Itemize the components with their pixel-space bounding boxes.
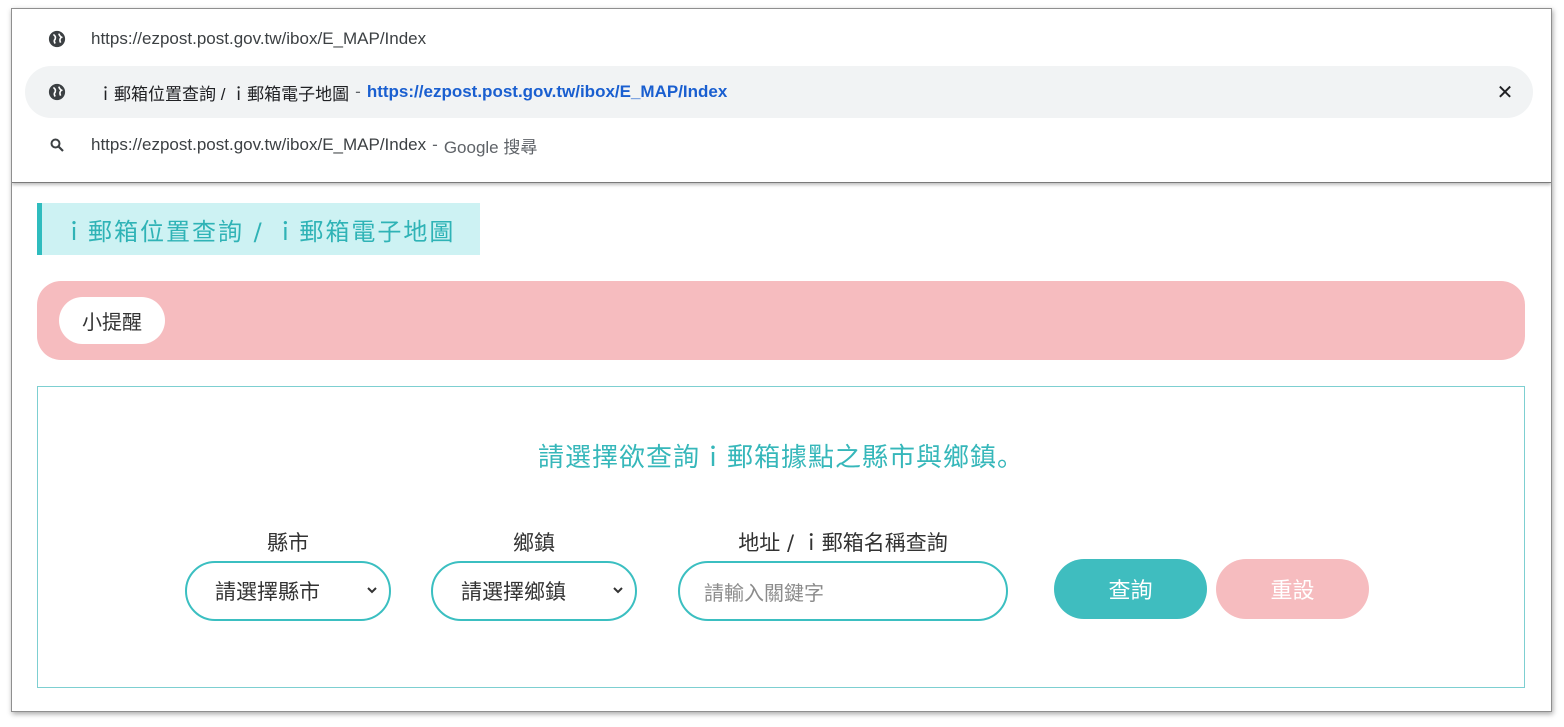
suggestion-separator: - — [355, 82, 361, 101]
search-button[interactable]: 查詢 — [1054, 559, 1207, 619]
county-select-value: 請選擇縣市 — [215, 580, 320, 604]
chevron-down-icon — [367, 587, 377, 594]
suggestion-search-query: https://ezpost.post.gov.tw/ibox/E_MAP/In… — [91, 135, 427, 154]
omnibox-dropdown: https://ezpost.post.gov.tw/ibox/E_MAP/In… — [12, 9, 1551, 183]
omnibox-suggestion-search[interactable]: https://ezpost.post.gov.tw/ibox/E_MAP/In… — [25, 119, 1533, 171]
suggestion-page-title: ｉ郵箱位置查詢 / ｉ郵箱電子地圖 — [97, 84, 350, 104]
search-panel: 請選擇欲查詢ｉ郵箱據點之縣市與鄉鎮。 縣市 請選擇縣市 鄉鎮 請選擇鄉鎮 地址 … — [37, 386, 1525, 688]
reset-button[interactable]: 重設 — [1216, 559, 1369, 619]
town-label: 鄉鎮 — [513, 531, 555, 555]
omnibox-suggestion-url[interactable]: https://ezpost.post.gov.tw/ibox/E_MAP/In… — [25, 13, 1533, 65]
keyword-input-placeholder: 請輸入關鍵字 — [704, 580, 824, 605]
town-select[interactable]: 請選擇鄉鎮 — [431, 561, 637, 621]
address-label: 地址 / ｉ郵箱名稱查詢 — [738, 531, 948, 555]
suggestion-link[interactable]: https://ezpost.post.gov.tw/ibox/E_MAP/In… — [367, 82, 727, 102]
suggestion-separator: - — [432, 135, 438, 154]
notice-toggle-button[interactable]: 小提醒 — [59, 297, 165, 344]
notice-banner: 小提醒 — [37, 281, 1525, 360]
keyword-input[interactable]: 請輸入關鍵字 — [678, 561, 1008, 621]
search-prompt: 請選擇欲查詢ｉ郵箱據點之縣市與鄉鎮。 — [537, 443, 1024, 473]
globe-icon — [46, 81, 68, 103]
suggestion-url-text: https://ezpost.post.gov.tw/ibox/E_MAP/In… — [91, 29, 427, 48]
search-icon — [46, 134, 68, 156]
town-select-value: 請選擇鄉鎮 — [461, 580, 566, 604]
chevron-down-icon — [613, 587, 623, 594]
county-label: 縣市 — [267, 531, 309, 555]
page-title: ｉ郵箱位置查詢 / ｉ郵箱電子地圖 — [37, 203, 480, 255]
omnibox-suggestion-history[interactable]: ｉ郵箱位置查詢 / ｉ郵箱電子地圖 - https://ezpost.post.… — [25, 66, 1533, 118]
globe-icon — [46, 28, 68, 50]
browser-window: https://ezpost.post.gov.tw/ibox/E_MAP/In… — [11, 8, 1552, 712]
county-select[interactable]: 請選擇縣市 — [185, 561, 391, 621]
suggestion-search-engine: Google 搜尋 — [443, 137, 538, 157]
close-icon[interactable]: ✕ — [1493, 80, 1517, 104]
